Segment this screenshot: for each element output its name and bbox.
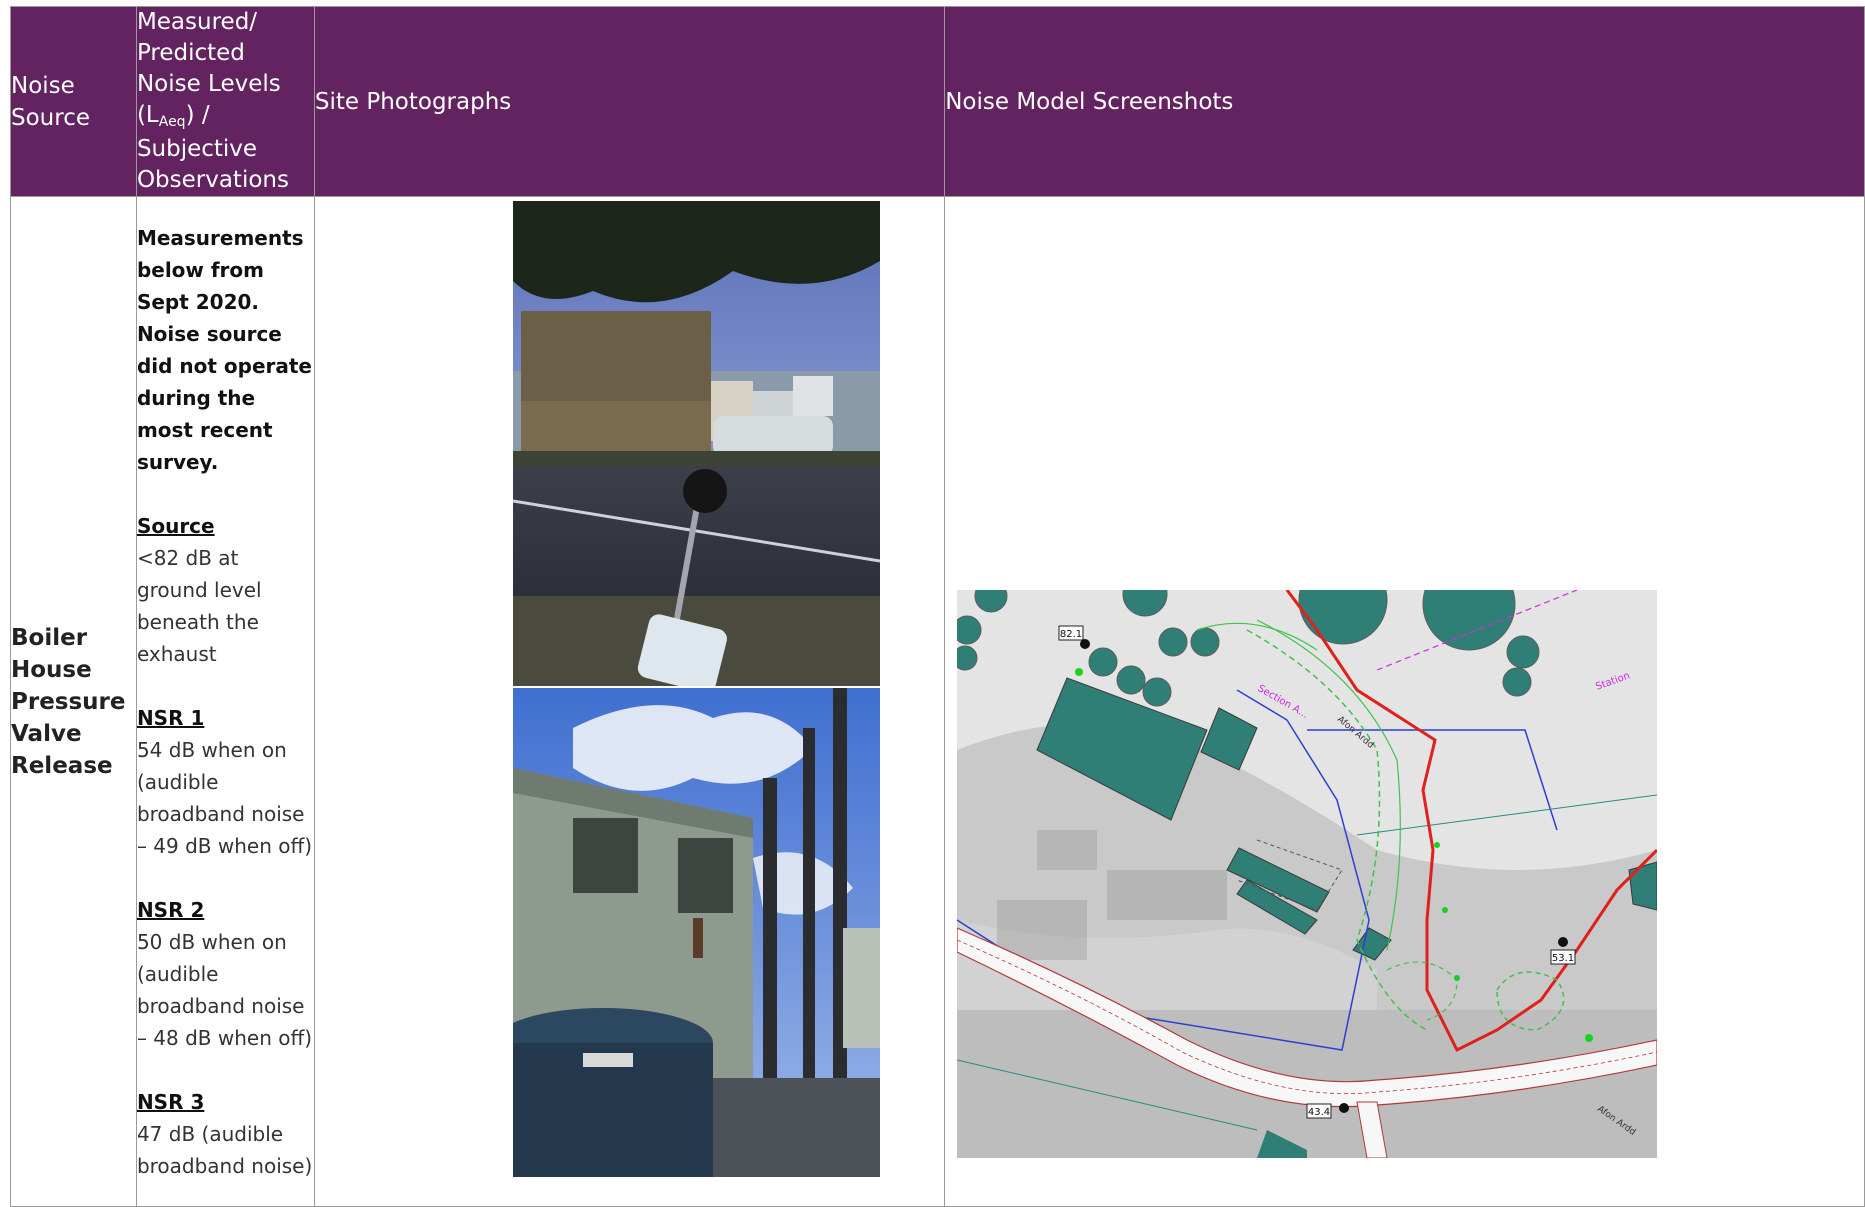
header-row: Noise Source Measured/ Predicted Noise L…	[10, 6, 1865, 197]
header-site-photographs: Site Photographs	[313, 6, 946, 197]
receiver-label-2: 53.1	[1552, 953, 1574, 964]
noise-model-map: Section A... Station Afon Ardd Afon Ardd…	[957, 590, 1658, 1158]
source-heading: Source	[136, 513, 215, 538]
nsr3-heading: NSR 3	[136, 1089, 205, 1114]
nsr1-heading: NSR 1	[136, 705, 205, 730]
site-photo-sound-meter	[512, 201, 880, 686]
intro-text: Measurements below from Sept 2020. Noise…	[136, 225, 312, 474]
noise-table: Noise Source Measured/ Predicted Noise L…	[10, 6, 1865, 1207]
site-photo-boiler-house	[512, 688, 880, 1177]
observations-cell: Measurements below from Sept 2020. Noise…	[135, 196, 315, 1207]
nsr1-text: 54 dB when on (audible broadband noise –…	[136, 737, 313, 858]
header-noise-source: Noise Source	[10, 6, 137, 197]
source-text: <82 dB at ground level beneath the exhau…	[136, 545, 262, 666]
noise-source-cell: Boiler House Pressure Valve Release	[10, 196, 137, 1207]
noise-model-cell: Section A... Station Afon Ardd Afon Ardd…	[944, 196, 1865, 1207]
receiver-label-3: 43.4	[1308, 1107, 1330, 1118]
receiver-label-1: 82.1	[1060, 629, 1082, 640]
header-noise-model: Noise Model Screenshots	[944, 6, 1865, 197]
nsr3-text: 47 dB (audible broadband noise)	[136, 1121, 313, 1178]
header-noise-levels: Measured/ Predicted Noise Levels (LAeq) …	[135, 6, 315, 197]
table-row: Boiler House Pressure Valve Release Meas…	[10, 196, 1865, 1207]
site-photographs-cell	[313, 196, 946, 1207]
nsr2-text: 50 dB when on (audible broadband noise –…	[136, 929, 313, 1050]
nsr2-heading: NSR 2	[136, 897, 205, 922]
